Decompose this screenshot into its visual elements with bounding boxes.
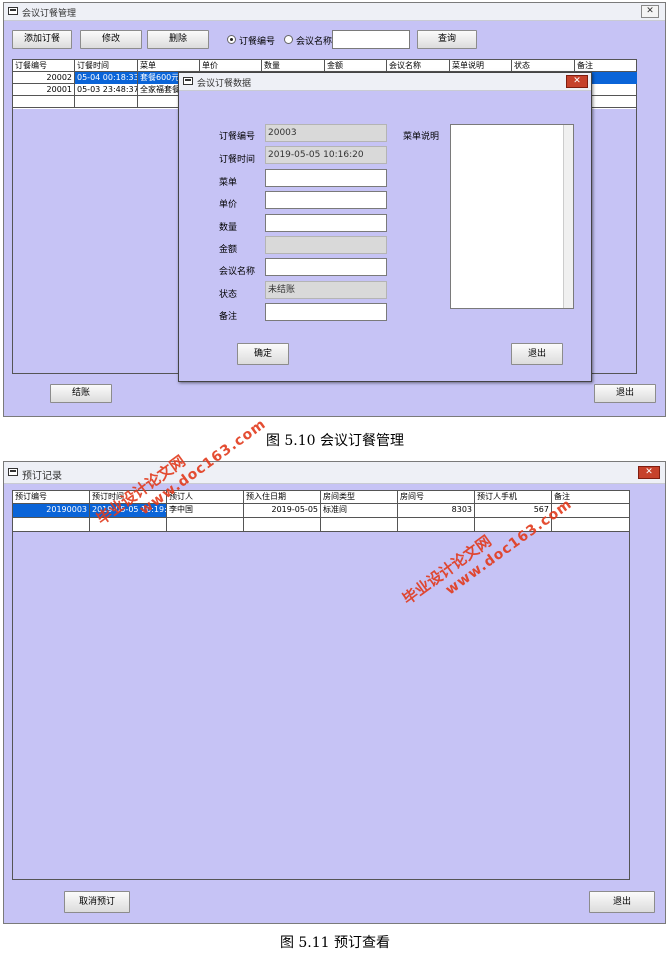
radio-meeting-name[interactable] <box>284 35 293 44</box>
price-label: 单价 <box>219 200 238 210</box>
header-cell: 房间类型 <box>321 491 398 504</box>
table-cell <box>167 518 244 531</box>
close-icon[interactable]: ✕ <box>566 75 588 88</box>
window-title: 会议订餐管理 <box>22 9 77 19</box>
table-cell <box>75 96 138 108</box>
header-cell: 预入住日期 <box>244 491 321 504</box>
query-button[interactable]: 查询 <box>417 30 477 49</box>
dialog-title: 会议订餐数据 <box>197 79 252 89</box>
checkout-button[interactable]: 结账 <box>50 384 112 403</box>
ok-button[interactable]: 确定 <box>237 343 289 365</box>
table-cell: 李中国 <box>167 504 244 517</box>
price-field[interactable] <box>265 191 387 209</box>
close-icon[interactable]: ✕ <box>638 466 660 479</box>
header-cell: 预订编号 <box>13 491 90 504</box>
amount-field <box>265 236 387 254</box>
amount-label: 金额 <box>219 245 238 255</box>
exit-button[interactable]: 退出 <box>589 891 655 913</box>
status-label: 状态 <box>219 290 238 300</box>
cancel-reservation-button[interactable]: 取消预订 <box>64 891 130 913</box>
header-cell: 房间号 <box>398 491 475 504</box>
qty-label: 数量 <box>219 223 238 233</box>
table-cell: 05-04 00:18:33 <box>75 72 138 84</box>
table-cell <box>321 518 398 531</box>
figure-caption: 图 5.10 会议订餐管理 <box>265 433 405 449</box>
window-icon <box>8 7 18 15</box>
header-cell: 菜单说明 <box>450 60 512 72</box>
table-cell <box>244 518 321 531</box>
meeting-name-label: 会议名称 <box>219 267 256 277</box>
remark-label: 备注 <box>219 312 238 322</box>
remark-field[interactable] <box>265 303 387 321</box>
table-cell <box>13 518 90 531</box>
order-no-field: 20003 <box>265 124 387 142</box>
add-order-button[interactable]: 添加订餐 <box>12 30 72 49</box>
window-title: 预订记录 <box>22 471 62 482</box>
table-cell <box>552 518 630 531</box>
dialog-exit-button[interactable]: 退出 <box>511 343 563 365</box>
menu-label: 菜单 <box>219 178 238 188</box>
radio-meeting-name-label: 会议名称 <box>296 37 333 47</box>
header-cell: 订餐时间 <box>75 60 138 72</box>
dialog-title-bar: 会议订餐数据 ✕ <box>179 73 591 91</box>
table-cell: 标准间 <box>321 504 398 517</box>
radio-order-no-label: 订餐编号 <box>239 37 276 47</box>
header-cell: 备注 <box>577 61 593 70</box>
header-cell: 状态 <box>512 60 575 72</box>
menu-desc-label: 菜单说明 <box>403 132 440 142</box>
window-icon <box>183 77 193 85</box>
header-cell: 订餐编号 <box>13 60 75 72</box>
header-cell: 菜单 <box>138 60 200 72</box>
order-time-label: 订餐时间 <box>219 155 256 165</box>
header-cell: 数量 <box>262 60 325 72</box>
table-cell: 05-03 23:48:37 <box>77 84 138 96</box>
delete-button[interactable]: 删除 <box>147 30 209 49</box>
menu-desc-textarea[interactable] <box>450 124 574 309</box>
reservation-window: 预订记录 ✕ 预订编号 预订时间 预订人 预入住日期 房间类型 房间号 预订人手… <box>3 461 666 924</box>
meal-order-dialog: 会议订餐数据 ✕ 订餐编号 20003 订餐时间 2019-05-05 10:1… <box>178 72 592 382</box>
edit-button[interactable]: 修改 <box>80 30 142 49</box>
status-field: 未结账 <box>265 281 387 299</box>
close-icon[interactable]: ✕ <box>641 5 659 18</box>
radio-order-no[interactable] <box>227 35 236 44</box>
table-cell: 8303 <box>398 504 475 517</box>
header-cell: 会议名称 <box>387 60 450 72</box>
order-time-field: 2019-05-05 10:16:20 <box>265 146 387 164</box>
title-bar: 会议订餐管理 ✕ <box>4 3 665 21</box>
table-cell: 2019-05-05 <box>244 504 321 517</box>
header-cell: 单价 <box>200 60 262 72</box>
title-bar: 预订记录 ✕ <box>4 462 665 484</box>
table-cell: 20001 <box>13 84 75 96</box>
figure-caption: 图 5.11 预订查看 <box>279 935 391 951</box>
meeting-name-field[interactable] <box>265 258 387 276</box>
table-cell <box>13 96 75 108</box>
menu-desc-scrollbar[interactable] <box>563 125 573 308</box>
table-empty-area <box>13 532 629 879</box>
table-cell: 20002 <box>13 72 75 84</box>
exit-button[interactable]: 退出 <box>594 384 656 403</box>
window-icon <box>8 468 18 476</box>
table-cell: 20190003 <box>13 504 90 517</box>
search-input[interactable] <box>332 30 410 49</box>
header-cell: 金额 <box>325 60 387 72</box>
table-cell <box>398 518 475 531</box>
order-no-label: 订餐编号 <box>219 132 256 142</box>
reservation-table: 预订编号 预订时间 预订人 预入住日期 房间类型 房间号 预订人手机 备注 20… <box>12 490 630 880</box>
qty-field[interactable] <box>265 214 387 232</box>
table-header: 订餐编号 订餐时间 菜单 单价 数量 金额 会议名称 菜单说明 状态 备注 <box>13 60 636 72</box>
menu-field[interactable] <box>265 169 387 187</box>
